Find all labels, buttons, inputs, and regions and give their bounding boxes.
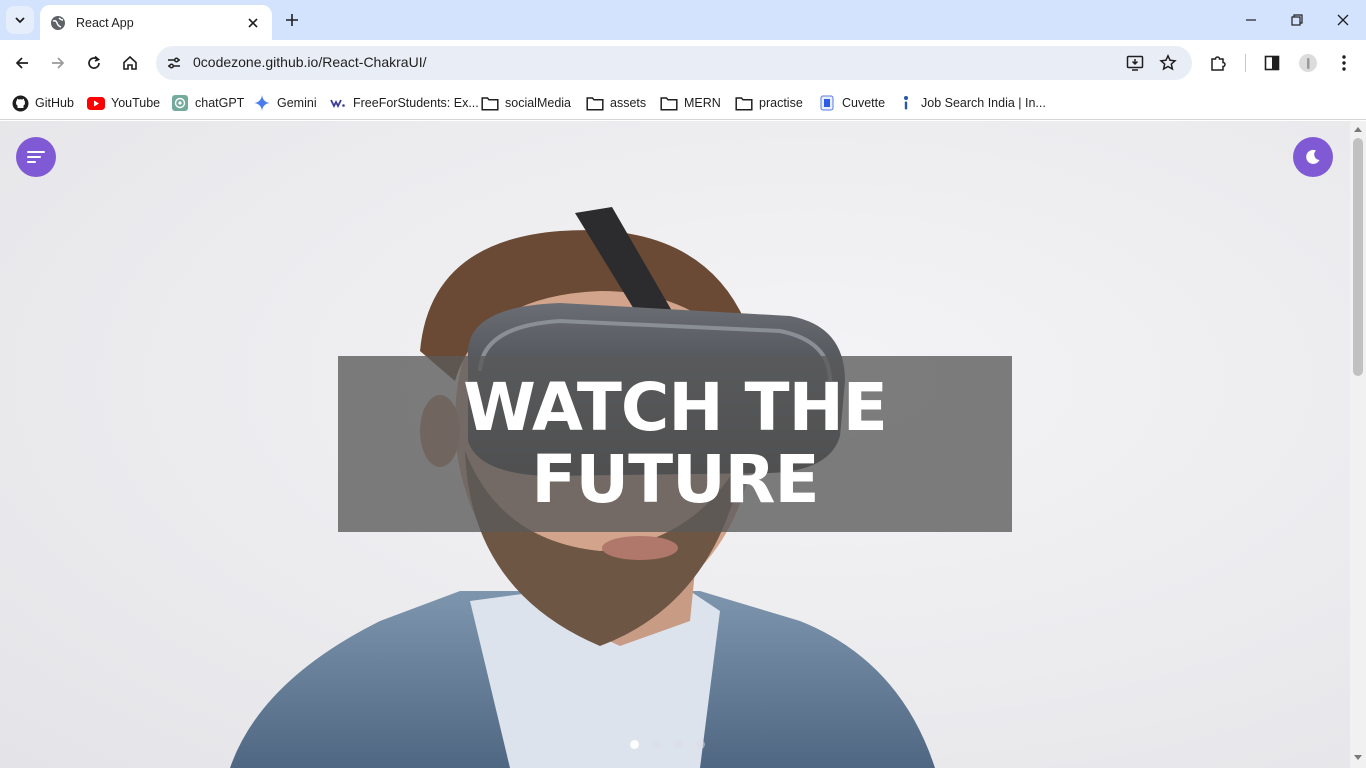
site-info-icon[interactable] bbox=[164, 53, 184, 73]
bookmark-github[interactable]: GitHub bbox=[11, 92, 74, 114]
indeed-icon bbox=[897, 94, 915, 112]
back-button[interactable] bbox=[8, 49, 36, 77]
youtube-icon bbox=[87, 94, 105, 112]
bookmark-label: assets bbox=[610, 96, 647, 110]
bookmark-label: practise bbox=[759, 96, 803, 110]
folder-icon bbox=[586, 94, 604, 112]
arrow-left-icon bbox=[15, 57, 28, 69]
bookmark-folder-mern[interactable]: MERN bbox=[660, 92, 721, 114]
theme-toggle-button[interactable] bbox=[1293, 137, 1333, 177]
side-panel-button[interactable] bbox=[1258, 49, 1286, 77]
tab-title: React App bbox=[76, 15, 134, 30]
reload-button[interactable] bbox=[80, 49, 108, 77]
bookmark-label: Cuvette bbox=[842, 96, 886, 110]
browser-menu-button[interactable] bbox=[1330, 49, 1358, 77]
folder-icon bbox=[735, 94, 753, 112]
bookmark-folder-socialmedia[interactable]: socialMedia bbox=[481, 92, 571, 114]
scrollbar-thumb[interactable] bbox=[1353, 138, 1363, 376]
close-window-button[interactable] bbox=[1331, 8, 1355, 32]
close-tab-icon[interactable] bbox=[244, 14, 262, 32]
carousel-dot[interactable] bbox=[630, 740, 639, 749]
bookmark-youtube[interactable]: YouTube bbox=[87, 92, 160, 114]
bookmark-label: MERN bbox=[684, 96, 721, 110]
restore-icon bbox=[1291, 14, 1303, 26]
toolbar-divider bbox=[1245, 54, 1246, 72]
bookmark-freeforstudents[interactable]: FreeForStudents: Ex... bbox=[329, 92, 479, 114]
arrow-right-icon bbox=[52, 57, 65, 69]
more-vertical-icon bbox=[1342, 55, 1346, 71]
bookmark-chatgpt[interactable]: chatGPT bbox=[171, 92, 244, 114]
menu-button[interactable] bbox=[16, 137, 56, 177]
restore-button[interactable] bbox=[1285, 8, 1309, 32]
carousel-dot[interactable] bbox=[696, 740, 705, 749]
folder-icon bbox=[660, 94, 678, 112]
side-panel-icon bbox=[1264, 55, 1280, 71]
tab-strip: React App bbox=[0, 0, 1366, 40]
hero-title: WATCH THE FUTURE bbox=[463, 369, 888, 518]
forward-button[interactable] bbox=[44, 49, 72, 77]
extensions-button[interactable] bbox=[1204, 49, 1232, 77]
menu-lines-icon bbox=[27, 151, 45, 163]
scroll-up-icon[interactable] bbox=[1354, 125, 1362, 133]
bookmarks-bar: GitHub YouTube chatGPT Gemini FreeForStu… bbox=[0, 86, 1366, 120]
bookmark-cuvette[interactable]: Cuvette bbox=[818, 92, 885, 114]
bookmark-label: GitHub bbox=[35, 96, 74, 110]
profile-button[interactable] bbox=[1294, 49, 1322, 77]
scroll-down-icon[interactable] bbox=[1354, 754, 1362, 762]
home-button[interactable] bbox=[116, 49, 144, 77]
carousel-dot[interactable] bbox=[674, 740, 683, 749]
github-icon bbox=[11, 94, 29, 112]
puzzle-icon bbox=[1211, 56, 1226, 71]
bookmark-label: Gemini bbox=[277, 96, 317, 110]
bookmark-folder-practise[interactable]: practise bbox=[735, 92, 803, 114]
hero-title-card: WATCH THE FUTURE bbox=[338, 356, 1012, 532]
address-url[interactable]: 0codezone.github.io/React-ChakraUI/ bbox=[193, 54, 426, 70]
chatgpt-icon bbox=[171, 94, 189, 112]
bookmark-star-icon[interactable] bbox=[1158, 53, 1178, 73]
new-tab-button[interactable] bbox=[281, 9, 303, 31]
address-bar[interactable]: 0codezone.github.io/React-ChakraUI/ bbox=[156, 46, 1192, 80]
tab-search-button[interactable] bbox=[6, 6, 34, 34]
cuvette-icon bbox=[818, 94, 836, 112]
plus-icon bbox=[286, 14, 298, 26]
moon-icon bbox=[1306, 149, 1320, 164]
minimize-button[interactable] bbox=[1239, 8, 1263, 32]
freeforstudents-icon bbox=[329, 94, 347, 112]
page-viewport: WATCH THE FUTURE bbox=[0, 121, 1350, 768]
bookmark-label: Job Search India | In... bbox=[921, 96, 1046, 110]
bookmark-job-search[interactable]: Job Search India | In... bbox=[897, 92, 1046, 114]
bookmark-label: FreeForStudents: Ex... bbox=[353, 96, 479, 110]
home-icon bbox=[123, 55, 137, 70]
reload-icon bbox=[88, 55, 101, 69]
folder-icon bbox=[481, 94, 499, 112]
chevron-down-icon bbox=[15, 17, 25, 24]
bookmark-label: socialMedia bbox=[505, 96, 572, 110]
carousel-indicators bbox=[630, 740, 705, 749]
minimize-icon bbox=[1246, 19, 1256, 21]
bookmark-label: YouTube bbox=[111, 96, 161, 110]
active-tab[interactable]: React App bbox=[40, 5, 272, 40]
bookmark-folder-assets[interactable]: assets bbox=[586, 92, 646, 114]
page-scrollbar[interactable] bbox=[1350, 121, 1366, 768]
bookmark-gemini[interactable]: Gemini bbox=[253, 92, 317, 114]
bookmark-label: chatGPT bbox=[195, 96, 245, 110]
close-icon bbox=[1337, 14, 1349, 26]
install-app-icon[interactable] bbox=[1125, 53, 1145, 73]
gemini-icon bbox=[253, 94, 271, 112]
avatar bbox=[1299, 54, 1317, 72]
carousel-dot[interactable] bbox=[652, 740, 661, 749]
globe-icon bbox=[50, 15, 66, 31]
